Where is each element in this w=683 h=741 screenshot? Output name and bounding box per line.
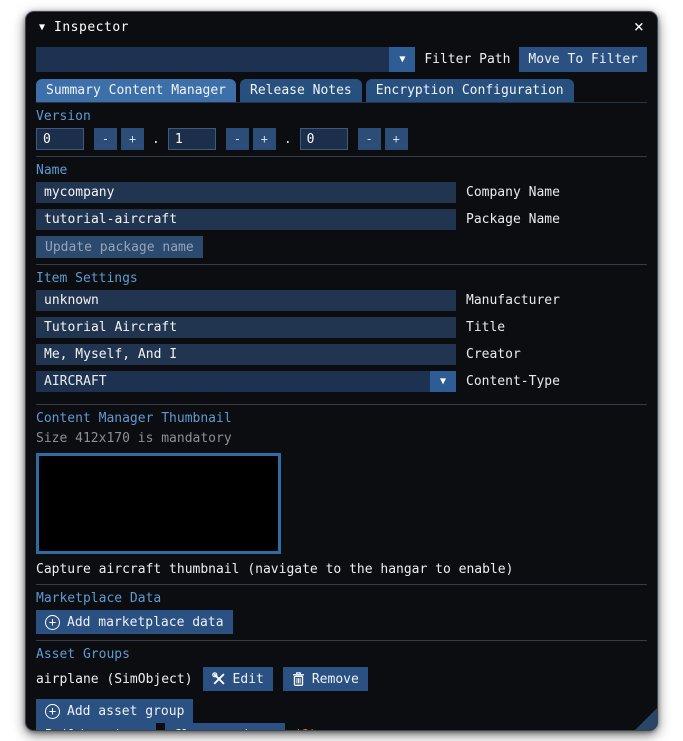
title-label: Title (466, 320, 505, 335)
version-stepper-row: - + . - + . - + (36, 128, 647, 150)
version-section-label: Version (36, 109, 647, 124)
add-marketplace-data-button[interactable]: + Add marketplace data (36, 610, 233, 634)
section-divider (36, 156, 647, 157)
titlebar[interactable]: ▼ Inspector × (26, 12, 657, 42)
content-type-value: AIRCRAFT (36, 374, 430, 389)
tab-summary-content-manager[interactable]: Summary Content Manager (36, 79, 236, 102)
asset-group-row: airplane (SimObject) Edit Re (36, 667, 647, 691)
version-major-input[interactable] (36, 128, 84, 150)
clean-package-button[interactable]: Clean package (165, 723, 285, 731)
version-minor-input[interactable] (168, 128, 216, 150)
manufacturer-label: Manufacturer (466, 293, 560, 308)
close-icon[interactable]: × (634, 19, 644, 36)
edit-asset-group-button[interactable]: Edit (203, 667, 273, 691)
version-minor-minus-button[interactable]: - (226, 128, 249, 150)
add-asset-group-button[interactable]: + Add asset group (36, 699, 193, 723)
capture-thumbnail-text: Capture aircraft thumbnail (navigate to … (36, 562, 647, 577)
section-divider (36, 584, 647, 585)
build-package-button[interactable]: Build package (36, 723, 156, 731)
filter-row: ▼ Filter Path Move To Filter (36, 47, 647, 72)
thumbnail-preview (36, 453, 281, 554)
help-link[interactable]: (?) (294, 728, 317, 732)
section-divider (36, 264, 647, 265)
asset-groups-section-label: Asset Groups (36, 647, 647, 662)
chevron-down-icon[interactable]: ▼ (389, 47, 415, 72)
company-name-row: Company Name (36, 182, 647, 203)
version-separator: . (152, 132, 160, 147)
remove-label: Remove (312, 672, 359, 687)
title-input[interactable] (36, 317, 456, 338)
company-name-label: Company Name (466, 185, 560, 200)
version-patch-input[interactable] (300, 128, 348, 150)
version-major-minus-button[interactable]: - (94, 128, 117, 150)
inspector-window: ▼ Inspector × ▼ Filter Path Move To Filt… (25, 11, 658, 731)
plus-circle-icon: + (45, 615, 60, 630)
window-title: Inspector (54, 20, 625, 35)
section-divider (36, 640, 647, 641)
add-marketplace-data-label: Add marketplace data (67, 615, 224, 630)
tab-encryption-configuration[interactable]: Encryption Configuration (366, 79, 574, 102)
section-divider (36, 404, 647, 405)
tab-release-notes[interactable]: Release Notes (240, 79, 362, 102)
update-package-name-button[interactable]: Update package name (36, 236, 203, 258)
content-type-label: Content-Type (466, 374, 560, 389)
thumbnail-section-label: Content Manager Thumbnail (36, 411, 647, 426)
inspector-content: ▼ Filter Path Move To Filter Summary Con… (26, 42, 657, 731)
move-to-filter-button[interactable]: Move To Filter (519, 47, 647, 72)
title-row: Title (36, 317, 647, 338)
filter-path-dropdown[interactable]: ▼ (36, 47, 415, 72)
edit-label: Edit (233, 672, 264, 687)
filter-path-label: Filter Path (424, 52, 510, 67)
marketplace-section-label: Marketplace Data (36, 591, 647, 606)
tools-edit-icon (212, 672, 226, 686)
company-name-input[interactable] (36, 182, 456, 203)
trash-icon (292, 672, 305, 686)
version-major-plus-button[interactable]: + (121, 128, 144, 150)
version-patch-minus-button[interactable]: - (358, 128, 381, 150)
creator-label: Creator (466, 347, 521, 362)
name-section-label: Name (36, 163, 647, 178)
item-settings-section-label: Item Settings (36, 271, 647, 286)
manufacturer-input[interactable] (36, 290, 456, 311)
footer-actions: Build package Clean package (?) (36, 723, 647, 731)
creator-input[interactable] (36, 344, 456, 365)
package-name-input[interactable] (36, 209, 456, 230)
content-type-row: AIRCRAFT ▼ Content-Type (36, 371, 647, 392)
tab-bar: Summary Content Manager Release Notes En… (36, 79, 647, 103)
asset-group-name: airplane (SimObject) (36, 672, 193, 687)
version-minor-plus-button[interactable]: + (253, 128, 276, 150)
add-asset-group-label: Add asset group (67, 704, 184, 719)
thumbnail-size-hint: Size 412x170 is mandatory (36, 431, 647, 446)
creator-row: Creator (36, 344, 647, 365)
version-separator: . (284, 132, 292, 147)
remove-asset-group-button[interactable]: Remove (283, 667, 368, 691)
content-type-dropdown[interactable]: AIRCRAFT ▼ (36, 371, 456, 392)
package-name-row: Package Name (36, 209, 647, 230)
collapse-triangle-icon[interactable]: ▼ (39, 22, 45, 33)
version-patch-plus-button[interactable]: + (385, 128, 408, 150)
resize-grip[interactable] (635, 708, 657, 730)
plus-circle-icon: + (45, 704, 60, 719)
manufacturer-row: Manufacturer (36, 290, 647, 311)
chevron-down-icon[interactable]: ▼ (430, 371, 456, 392)
package-name-label: Package Name (466, 212, 560, 227)
